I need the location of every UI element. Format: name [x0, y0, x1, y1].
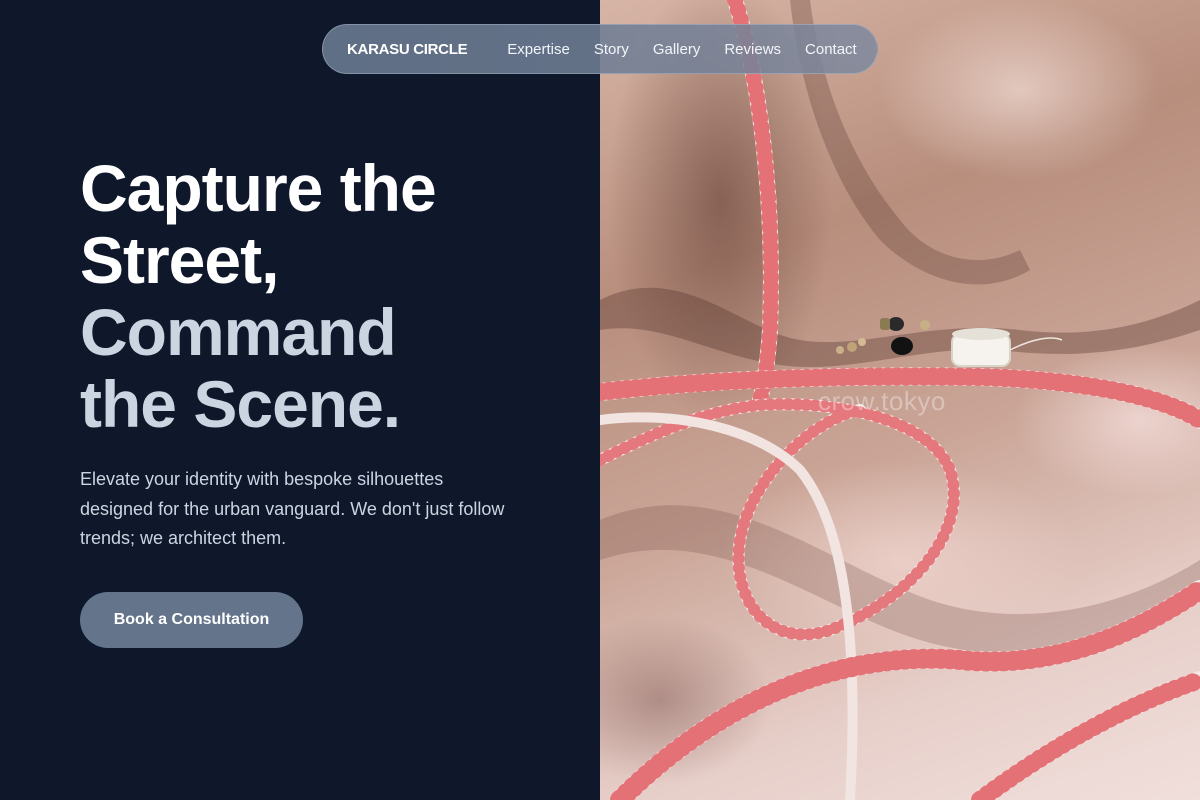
image-watermark: crow.tokyo: [818, 386, 946, 416]
hero-title-line-4: the Scene.: [80, 367, 401, 441]
nav-link-gallery[interactable]: Gallery: [653, 41, 701, 58]
brand-logo[interactable]: KARASU CIRCLE: [347, 41, 468, 58]
nav-link-story[interactable]: Story: [594, 41, 629, 58]
hero-title: Capture the Street, Command the Scene.: [80, 152, 580, 440]
nav-link-reviews[interactable]: Reviews: [724, 41, 781, 58]
book-consultation-button[interactable]: Book a Consultation: [80, 592, 303, 648]
hero-title-line-2: Street,: [80, 223, 279, 297]
hero-title-line-1: Capture the: [80, 151, 437, 225]
hero-description: Elevate your identity with bespoke silho…: [80, 469, 505, 548]
top-navigation: KARASU CIRCLE Expertise Story Gallery Re…: [322, 24, 878, 74]
hero-image: crow.tokyo: [600, 0, 1200, 800]
nav-link-expertise[interactable]: Expertise: [507, 41, 570, 58]
nav-links: Expertise Story Gallery Reviews Contact: [507, 41, 856, 58]
nav-link-contact[interactable]: Contact: [805, 41, 857, 58]
hero-title-line-3: Command: [80, 295, 397, 369]
